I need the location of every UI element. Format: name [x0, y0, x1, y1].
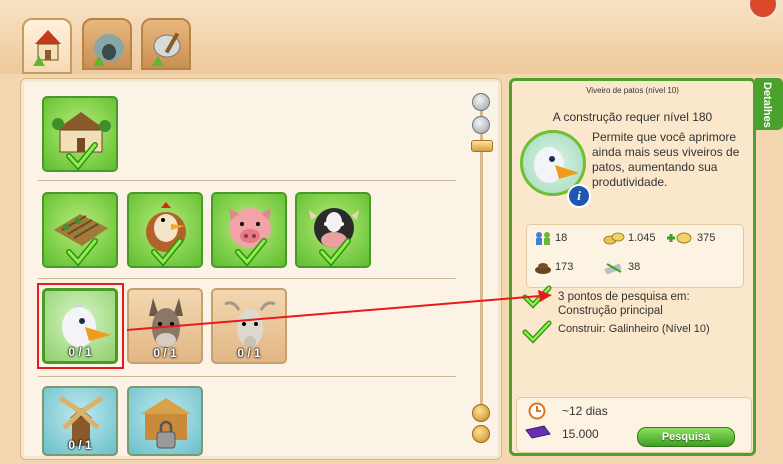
annotation-arrow — [126, 290, 552, 331]
